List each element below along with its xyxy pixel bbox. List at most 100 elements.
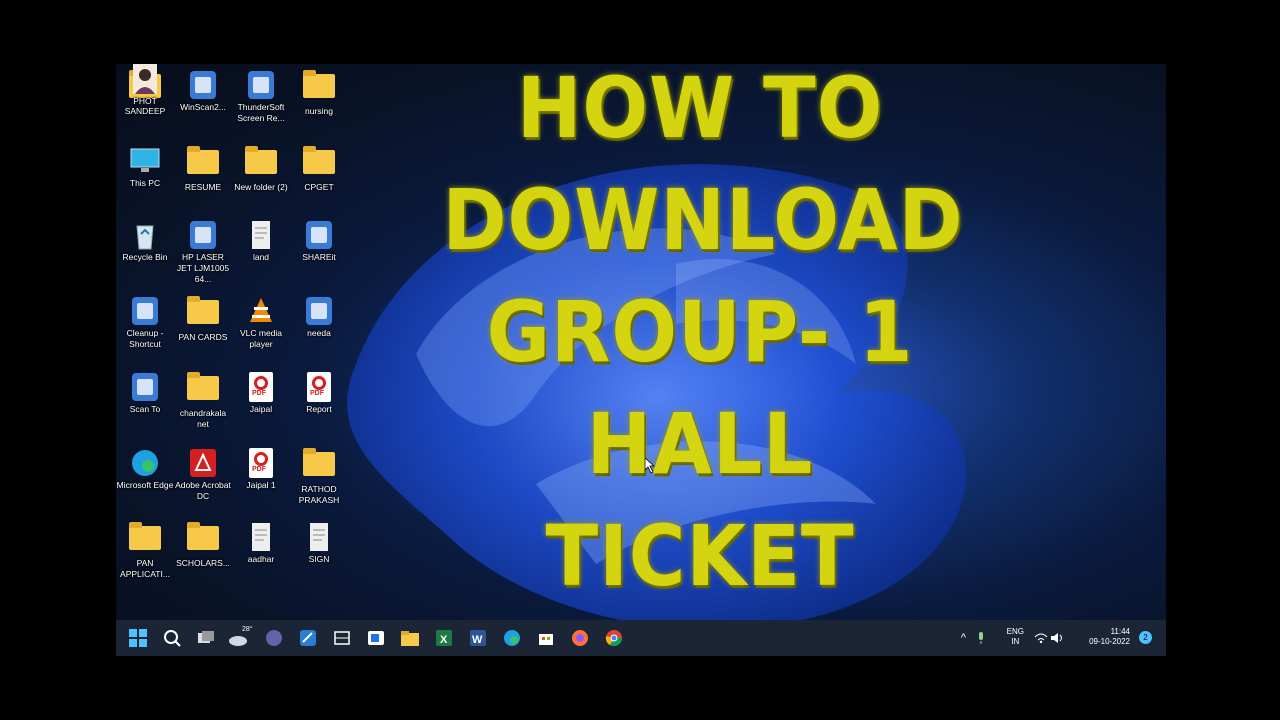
folder-icon [186,296,220,330]
desktop-icon[interactable]: PAN CARDS [174,296,232,343]
clock[interactable]: 11:44 09-10-2022 [1089,627,1130,647]
desktop-icon-label: PAN APPLICATI... [120,558,170,579]
weather-icon[interactable]: 28° [228,626,258,648]
desktop-icon[interactable]: Adobe Acrobat DC [174,448,232,502]
document-icon [244,220,278,250]
word-icon[interactable]: W [468,628,488,648]
desktop-icon[interactable]: Recycle Bin [116,220,174,263]
folder-icon [128,522,162,556]
folder-icon [186,522,220,556]
search-icon[interactable] [162,628,182,648]
weather-temp: 28° [242,626,253,633]
wifi-icon[interactable] [1034,632,1048,646]
scanner-icon[interactable] [332,628,352,648]
desktop-icon-label: Jaipal [249,404,273,414]
desktop-icon[interactable]: nursing [290,70,348,117]
desktop-icon-label: WinScan2... [180,102,226,112]
desktop-icon-label: chandrakala net [179,408,227,429]
desktop-icon[interactable]: PHOT [116,64,174,107]
desktop-icon-label: Scan To [129,404,161,414]
desktop-icon[interactable]: RATHOD PRAKASH [290,448,348,506]
title-line: HALL TICKET [545,395,855,605]
desktop-icon[interactable]: Scan To [116,372,174,415]
chrome-icon[interactable] [604,628,624,648]
app-icon [128,296,162,326]
desktop-icon[interactable]: PAN APPLICATI... [116,522,174,580]
app-icon [186,220,220,250]
edge-icon [128,448,162,478]
desktop-icon[interactable]: HP LASER JET LJM1005 64... [174,220,232,285]
desktop-icon[interactable]: SHAREit [290,220,348,263]
firefox-icon[interactable] [570,628,590,648]
edge-icon[interactable] [502,628,522,648]
app-icon [186,70,220,100]
desktop-icon-label: SIGN [308,554,330,564]
notification-badge[interactable]: 2 [1139,631,1152,644]
excel-icon[interactable]: X [434,628,454,648]
desktop-icon-label: Adobe Acrobat DC [175,480,231,501]
desktop-icon[interactable]: WinScan2... [174,70,232,113]
desktop-icon[interactable]: SCHOLARS... [174,522,232,569]
region-label: IN [1011,637,1020,646]
acrobat-icon [186,448,220,478]
app-icon [302,220,336,250]
start-icon[interactable] [128,628,148,648]
desktop-icon-label: ThunderSoft Screen Re... [237,102,285,123]
desktop-icon-label: aadhar [247,554,275,564]
desktop-icon-label: Report [306,404,332,414]
app-icon [128,372,162,402]
clock-date: 09-10-2022 [1089,637,1130,646]
microphone-icon[interactable] [976,631,986,647]
desktop-icon-label: SANDEEP [124,106,166,116]
teams-icon[interactable] [264,628,284,648]
folder-icon [186,372,220,406]
desktop-icon[interactable]: VLC media player [232,296,290,350]
desktop-icon[interactable]: Cleanup - Shortcut [116,296,174,350]
desktop-icon[interactable]: CPGET [290,146,348,193]
pdf-icon: PDF [244,448,278,478]
desktop-icon[interactable]: PDF Report [290,372,348,415]
app-icon [244,70,278,100]
desktop-icon-label: This PC [129,178,161,188]
desktop-icon[interactable]: This PC [116,146,174,189]
language-label: ENG [1006,627,1024,636]
folder-icon [244,146,278,180]
paint-icon[interactable] [298,628,318,648]
taskbar: 28° X W ^ ENG IN 11:44 09-10-2022 2 [116,620,1166,656]
folder-icon [302,146,336,180]
folder-icon [186,146,220,180]
app-icon [302,296,336,326]
desktop-icon-label: SCHOLARS... [176,558,230,568]
store-icon[interactable] [536,628,556,648]
desktop-icon-label: land [252,252,270,262]
title-line: GROUP- 1 [486,283,914,381]
folder-icon [302,448,336,482]
desktop-icon[interactable]: land [232,220,290,263]
file-explorer-icon[interactable] [400,628,420,648]
chevron-up-icon[interactable]: ^ [961,632,966,644]
task-view-icon[interactable] [196,628,216,648]
desktop-icon[interactable]: PDF Jaipal 1 [232,448,290,491]
desktop-icon-label: CPGET [304,182,334,192]
svg-text:X: X [440,634,448,646]
volume-icon[interactable] [1050,632,1064,646]
photos-icon[interactable] [366,628,386,648]
pdf-icon: PDF [244,372,278,402]
title-line: HOW TO [516,59,884,157]
desktop-icon[interactable]: aadhar [232,522,290,565]
desktop-icon-label: VLC media player [239,328,283,349]
pdf-icon: PDF [302,372,336,402]
language-indicator[interactable]: ENG IN [1007,627,1024,647]
desktop-icon[interactable]: chandrakala net [174,372,232,430]
desktop-icon[interactable]: needa [290,296,348,339]
desktop-icon-label: nursing [305,106,333,116]
desktop-icon[interactable]: Microsoft Edge [116,448,174,491]
desktop-icon[interactable]: ThunderSoft Screen Re... [232,70,290,124]
desktop-icon[interactable]: SIGN [290,522,348,565]
document-icon [302,522,336,552]
desktop-icon[interactable]: New folder (2) [232,146,290,193]
desktop-icon[interactable]: RESUME [174,146,232,193]
desktop-icon[interactable]: PDF Jaipal [232,372,290,415]
document-icon [244,522,278,552]
svg-text:W: W [472,634,483,646]
